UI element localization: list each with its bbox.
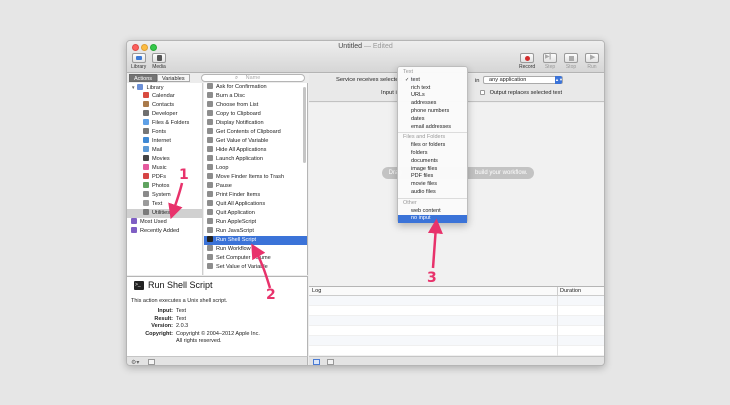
annotation-arrow-3 [427, 218, 443, 269]
annotation-label-2: 2 [266, 287, 276, 303]
annotation-label-1: 1 [179, 167, 189, 183]
annotation-arrows [168, 182, 443, 289]
annotation-label-3: 3 [427, 270, 437, 286]
annotation-arrow-2 [251, 243, 272, 289]
annotation-arrow-1 [168, 182, 184, 220]
